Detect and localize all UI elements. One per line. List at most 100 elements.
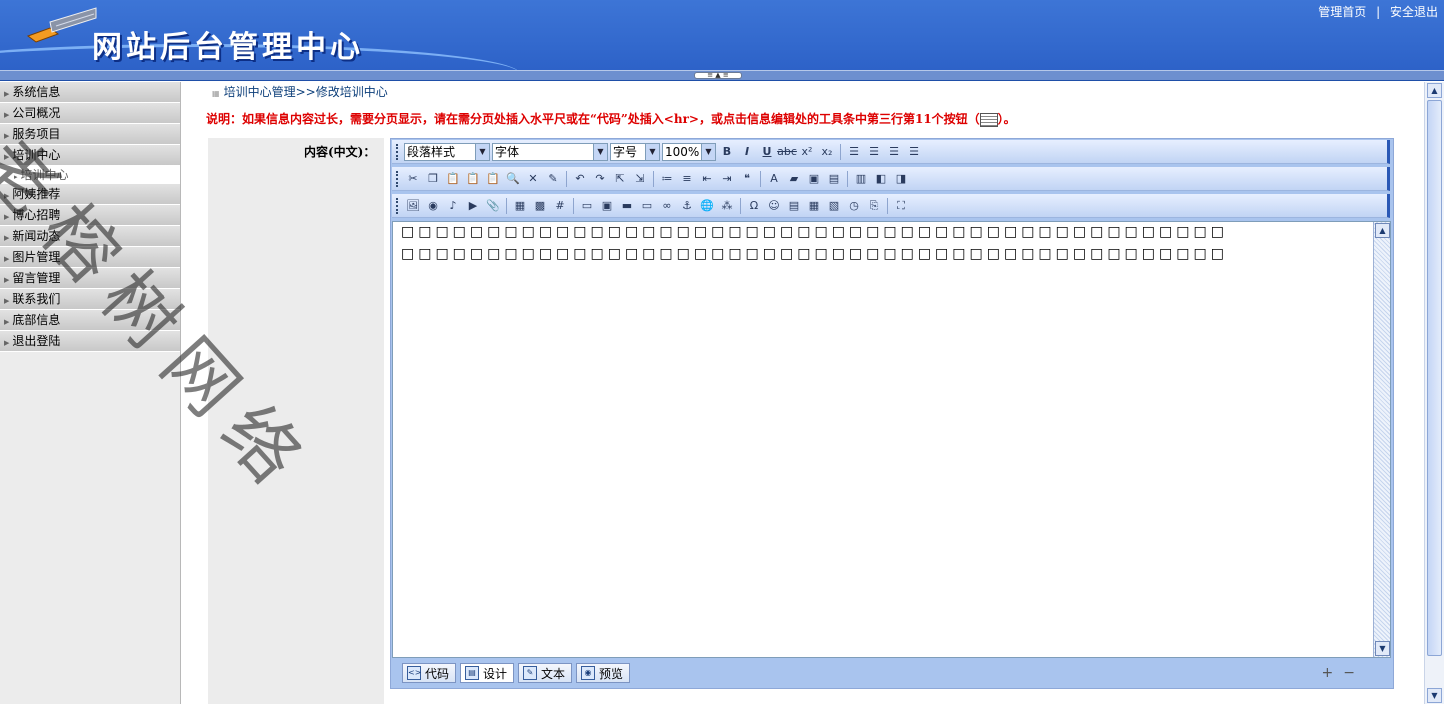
redo-icon[interactable]: ↷ [591,170,609,188]
sidebar-item-news[interactable]: ▶ 新闻动态 [0,226,180,247]
date-icon[interactable]: ▧ [825,197,843,215]
template-icon[interactable]: ▦ [805,197,823,215]
paste-text-icon[interactable]: 📋 [464,170,482,188]
select-icon[interactable]: ⇱ [611,170,629,188]
subscript-icon[interactable]: x₂ [818,143,836,161]
collapse-header-button[interactable]: ≡ ▲ ≡ [694,72,742,79]
superscript-icon[interactable]: x² [798,143,816,161]
undo-icon[interactable]: ↶ [571,170,589,188]
select-all-icon[interactable]: ⇲ [631,170,649,188]
font-family-select[interactable]: 字体 ▼ [492,142,608,161]
sidebar-item-logout[interactable]: ▶ 退出登陆 [0,331,180,352]
cut-icon[interactable]: ✂ [404,170,422,188]
horizontal-rule-icon[interactable]: ▬ [618,197,636,215]
iframe-icon[interactable]: ▣ [598,197,616,215]
mode-text-tab[interactable]: ✎ 文本 [518,663,573,683]
highlight-icon[interactable]: ▰ [785,170,803,188]
sidebar-item-services[interactable]: ▶ 服务项目 [0,124,180,145]
editor-scrollbar[interactable]: ▲ ▼ [1373,222,1390,657]
find-icon[interactable]: 🔍 [504,170,522,188]
marquee-icon[interactable]: ▭ [638,197,656,215]
page-properties-icon[interactable]: ▥ [852,170,870,188]
blockquote-icon[interactable]: ❝ [738,170,756,188]
toolbar-grip[interactable] [396,143,400,160]
sidebar-item-nanny-recommend[interactable]: ▶ 阿姨推荐 [0,184,180,205]
sidebar-item-messages[interactable]: ▶ 留言管理 [0,268,180,289]
italic-icon[interactable]: I [738,143,756,161]
scroll-down-icon[interactable]: ▼ [1427,688,1442,703]
video-icon[interactable]: ▶ [464,197,482,215]
mode-design-tab[interactable]: ▤ 设计 [460,663,515,683]
underline-icon[interactable]: U [758,143,776,161]
hyperlink-icon[interactable]: 🌐 [698,197,716,215]
zoom-select[interactable]: 100% ▼ [662,142,716,161]
safe-logout-link[interactable]: 安全退出 [1390,5,1438,19]
breadcrumb-current: 修改培训中心 [315,85,388,99]
outdent-icon[interactable]: ⇤ [698,170,716,188]
formula-icon[interactable]: ▤ [785,197,803,215]
expand-icon[interactable]: + [1322,665,1334,681]
copy-icon[interactable]: ❐ [424,170,442,188]
unordered-list-icon[interactable]: ≡ [678,170,696,188]
sidebar-item-images[interactable]: ▶ 图片管理 [0,247,180,268]
toolbar-separator [566,170,567,187]
emoticon-icon[interactable]: ☺ [765,197,783,215]
insert-table-icon[interactable]: ▦ [511,197,529,215]
align-left-icon[interactable]: ☰ [845,143,863,161]
link-icon[interactable]: ∞ [658,197,676,215]
paragraph-style-select[interactable]: 段落样式 ▼ [404,142,490,161]
strikethrough-icon[interactable]: abc [777,143,797,161]
sidebar-item-footer-info[interactable]: ▶ 底部信息 [0,310,180,331]
indent-icon[interactable]: ⇥ [718,170,736,188]
align-justify-icon[interactable]: ☰ [905,143,923,161]
sidebar-subitem-training-center[interactable]: ▸ 培训中心 [0,166,180,184]
align-center-icon[interactable]: ☰ [865,143,883,161]
font-size-select[interactable]: 字号 ▼ [610,142,660,161]
style-icon[interactable]: ▤ [825,170,843,188]
media-icon[interactable]: ♪ [444,197,462,215]
flash-icon[interactable]: ◉ [424,197,442,215]
fieldset-icon[interactable]: ▭ [578,197,596,215]
page-break-button-icon[interactable]: ⎘ [865,197,883,215]
toolbar-grip[interactable] [396,170,400,187]
table-properties-icon[interactable]: ▩ [531,197,549,215]
sidebar-item-contact[interactable]: ▶ 联系我们 [0,289,180,310]
send-back-icon[interactable]: ◨ [892,170,910,188]
mode-preview-tab[interactable]: ◉ 预览 [576,663,631,683]
ordered-list-icon[interactable]: ≔ [658,170,676,188]
delete-icon[interactable]: ✕ [524,170,542,188]
sidebar-item-company-profile[interactable]: ▶ 公司概况 [0,103,180,124]
sidebar-item-system-info[interactable]: ▶ 系统信息 [0,82,180,103]
sidebar-item-label: 培训中心 [12,148,61,162]
shrink-icon[interactable]: − [1343,665,1355,681]
align-right-icon[interactable]: ☰ [885,143,903,161]
breadcrumb-root[interactable]: 培训中心管理>> [224,85,316,99]
bold-icon[interactable]: B [718,143,736,161]
arrow-right-icon: ▶ [4,132,10,140]
unlink-icon[interactable]: ⁂ [718,197,736,215]
clear-format-icon[interactable]: ✎ [544,170,562,188]
background-color-icon[interactable]: ▣ [805,170,823,188]
fullscreen-icon[interactable]: ⛶ [892,197,910,215]
scroll-up-icon[interactable]: ▲ [1375,223,1390,238]
font-color-icon[interactable]: A [765,170,783,188]
paste-icon[interactable]: 📋 [444,170,462,188]
sidebar-item-training-center[interactable]: ▶ 培训中心 [0,145,180,166]
sidebar-item-recruitment[interactable]: ▶ 博心招聘 [0,205,180,226]
admin-home-link[interactable]: 管理首页 [1318,5,1366,19]
scroll-up-icon[interactable]: ▲ [1427,83,1442,98]
time-icon[interactable]: ◷ [845,197,863,215]
mode-code-tab[interactable]: <> 代码 [402,663,457,683]
toolbar-grip[interactable] [396,197,400,214]
page-scrollbar[interactable]: ▲ ▼ [1424,82,1444,704]
special-char-icon[interactable]: Ω [745,197,763,215]
image-icon[interactable]: 🖼 [404,197,422,215]
bring-front-icon[interactable]: ◧ [872,170,890,188]
attachment-icon[interactable]: 📎 [484,197,502,215]
grid-icon[interactable]: # [551,197,569,215]
editor-content-area[interactable]: □□□□□□□□□□□□□□□□□□□□□□□□□□□□□□□□□□□□□□□□… [392,221,1391,658]
paste-word-icon[interactable]: 📋 [484,170,502,188]
scroll-down-icon[interactable]: ▼ [1375,641,1390,656]
anchor-icon[interactable]: ⚓ [678,197,696,215]
scrollbar-thumb[interactable] [1427,100,1442,656]
